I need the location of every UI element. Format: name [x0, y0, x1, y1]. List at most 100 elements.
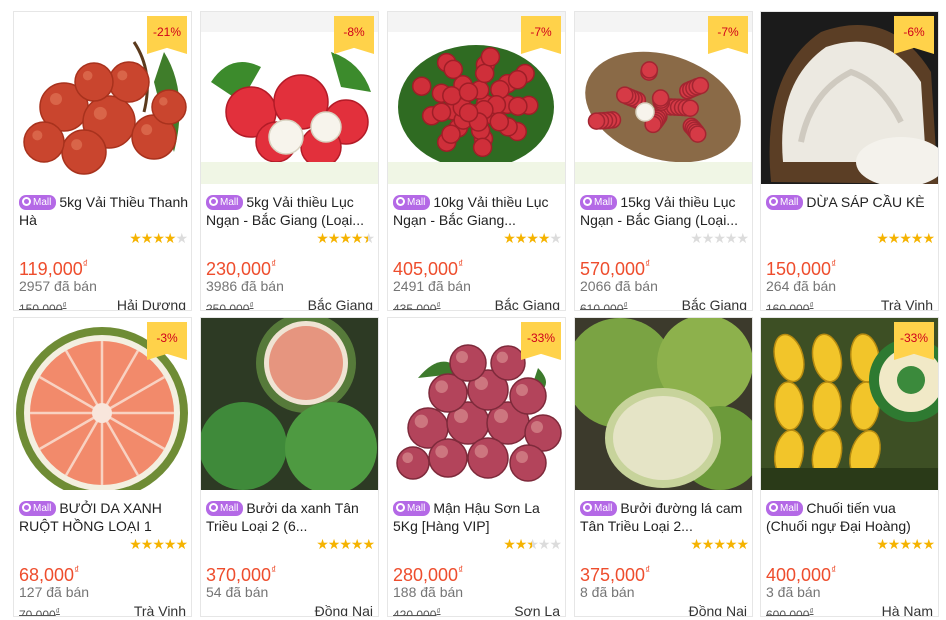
star-icon: ★ — [526, 537, 539, 551]
price-value: 68,000 — [19, 565, 75, 585]
original-price: 435,000₫ — [393, 299, 441, 310]
product-title[interactable]: Mall 5kg Vải Thiều Thanh Hà — [19, 193, 189, 229]
seller-location: Bắc Giang — [494, 297, 560, 311]
mall-label: Mall — [594, 503, 613, 514]
star-icon: ★ — [350, 536, 364, 552]
star-icon: ★ — [537, 230, 551, 246]
star-icon: ★ — [899, 230, 912, 246]
original-price: 70,000₫ — [19, 605, 60, 616]
product-title[interactable]: Mall Chuối tiến vua (Chuối ngự Đại Hoàng) — [766, 499, 936, 535]
currency-symbol: ₫ — [55, 607, 60, 616]
rating-stars: ★★★★★ — [316, 536, 375, 552]
product-title[interactable]: Mall Bưởi đường lá cam Tân Triều Loại 2..… — [580, 499, 750, 535]
currency-symbol: ₫ — [82, 259, 88, 270]
seller-location: Trà Vinh — [133, 603, 186, 617]
currency-symbol: ₫ — [623, 301, 628, 310]
mall-badge: Mall — [580, 195, 618, 210]
product-title[interactable]: Mall 15kg Vải thiều Lục Ngạn - Bắc Giang … — [580, 193, 750, 229]
mall-badge: Mall — [19, 195, 57, 210]
price-value: 370,000 — [206, 565, 272, 585]
star-icon: ★ — [362, 231, 375, 245]
star-icon: ★ — [736, 536, 749, 552]
rating-stars: ★★★★★ — [876, 230, 935, 246]
mall-label: Mall — [780, 503, 799, 514]
star-icon: ★ — [701, 536, 715, 552]
mall-badge: Mall — [580, 501, 618, 516]
sold-count: 54 đã bán — [206, 584, 269, 600]
star-icon: ★ — [503, 536, 516, 552]
product-card[interactable]: -21% Mall 5kg Vải Thiều Thanh Hà ★★★★★ 119,0… — [13, 11, 192, 311]
mall-label: Mall — [33, 197, 52, 208]
star-icon: ★ — [140, 536, 154, 552]
rating-stars: ★★★★★ — [690, 536, 749, 552]
mall-icon — [22, 503, 31, 512]
seller-location: Sơn La — [514, 603, 560, 617]
product-grid: -21% Mall 5kg Vải Thiều Thanh Hà ★★★★★ 119,0… — [0, 0, 946, 620]
star-icon: ★ — [129, 536, 142, 552]
product-card[interactable]: -33% Mall Chuối tiến vua (Chuối ngự Đại Ho… — [760, 317, 939, 617]
original-price-value: 160,000 — [766, 302, 810, 311]
product-card[interactable]: -33% Mall Mận Hậu Sơn La 5Kg [Hàng VIP] ★★★… — [387, 317, 566, 617]
seller-location: Bắc Giang — [307, 297, 373, 311]
price-value: 280,000 — [393, 565, 459, 585]
product-card[interactable]: -3% Mall BƯỞI DA XANH RUỘT HỒNG LOẠI 1 ★★★★… — [13, 317, 192, 617]
currency-symbol: ₫ — [271, 565, 277, 576]
star-icon: ★ — [339, 536, 352, 552]
product-title[interactable]: Mall DỪA SÁP CẦU KÈ — [766, 193, 936, 211]
mall-icon — [769, 197, 778, 206]
mall-icon — [583, 503, 592, 512]
mall-icon — [22, 197, 31, 206]
price: 119,000₫ — [19, 255, 88, 279]
product-card[interactable]: -7% Mall 10kg Vải thiều Lục Ngạn - Bắc Gia… — [387, 11, 566, 311]
green-pomelo-image[interactable] — [201, 318, 378, 490]
sold-count: 3 đã bán — [766, 584, 821, 600]
star-icon: ★ — [163, 230, 177, 246]
star-icon: ★ — [887, 230, 901, 246]
star-icon: ★ — [316, 230, 329, 246]
original-price: 250,000₫ — [206, 299, 254, 310]
mall-label: Mall — [594, 197, 613, 208]
price: 280,000₫ — [393, 561, 463, 585]
product-title[interactable]: Mall BƯỞI DA XANH RUỘT HỒNG LOẠI 1 — [19, 499, 189, 535]
product-card[interactable]: -6% Mall DỪA SÁP CẦU KÈ ★★★★★ 150,000₫ 264 đã… — [760, 11, 939, 311]
currency-symbol: ₫ — [458, 565, 464, 576]
currency-symbol: ₫ — [436, 301, 441, 310]
currency-symbol: ₫ — [458, 259, 464, 270]
mall-icon — [583, 197, 592, 206]
star-icon: ★ — [514, 230, 528, 246]
star-icon: ★ — [152, 230, 165, 246]
rating-stars: ★★★★★ — [690, 230, 749, 246]
seller-location: Hà Nam — [881, 603, 933, 617]
star-icon: ★ — [526, 230, 539, 246]
product-card[interactable]: Mall Bưởi đường lá cam Tân Triều Loại 2..… — [574, 317, 753, 617]
star-icon: ★ — [690, 230, 703, 246]
price-value: 570,000 — [580, 259, 646, 279]
price: 400,000₫ — [766, 561, 836, 585]
original-price: 420,000₫ — [393, 605, 441, 616]
seller-location: Đồng Nai — [688, 603, 747, 617]
price: 375,000₫ — [580, 561, 650, 585]
star-icon: ★ — [922, 536, 935, 552]
sold-count: 264 đã bán — [766, 278, 837, 294]
seller-location: Bắc Giang — [681, 297, 747, 311]
product-card[interactable]: -8% Mall 5kg Vải thiều Lục Ngạn - Bắc Gian… — [200, 11, 379, 311]
rating-stars: ★★★★★ — [129, 230, 188, 246]
star-icon: ★ — [876, 536, 889, 552]
original-price-value: 150,000 — [19, 302, 63, 311]
currency-symbol: ₫ — [645, 565, 651, 576]
product-title[interactable]: Mall 10kg Vải thiều Lục Ngạn - Bắc Giang.… — [393, 193, 563, 229]
product-title[interactable]: Mall Mận Hậu Sơn La 5Kg [Hàng VIP] — [393, 499, 563, 535]
star-icon: ★ — [899, 536, 912, 552]
product-title[interactable]: Mall 5kg Vải thiều Lục Ngạn - Bắc Giang (… — [206, 193, 376, 229]
seller-location: Đồng Nai — [314, 603, 373, 617]
sweet-pomelo-image[interactable] — [575, 318, 752, 490]
mall-badge: Mall — [206, 501, 244, 516]
star-icon: ★ — [514, 536, 528, 552]
price: 405,000₫ — [393, 255, 463, 279]
product-card[interactable]: Mall Bưởi da xanh Tân Triều Loại 2 (6... ★… — [200, 317, 379, 617]
mall-badge: Mall — [393, 501, 431, 516]
product-title[interactable]: Mall Bưởi da xanh Tân Triều Loại 2 (6... — [206, 499, 376, 535]
product-card[interactable]: -7% Mall 15kg Vải thiều Lục Ngạn - Bắc Gia… — [574, 11, 753, 311]
currency-symbol: ₫ — [249, 301, 254, 310]
mall-badge: Mall — [19, 501, 57, 516]
